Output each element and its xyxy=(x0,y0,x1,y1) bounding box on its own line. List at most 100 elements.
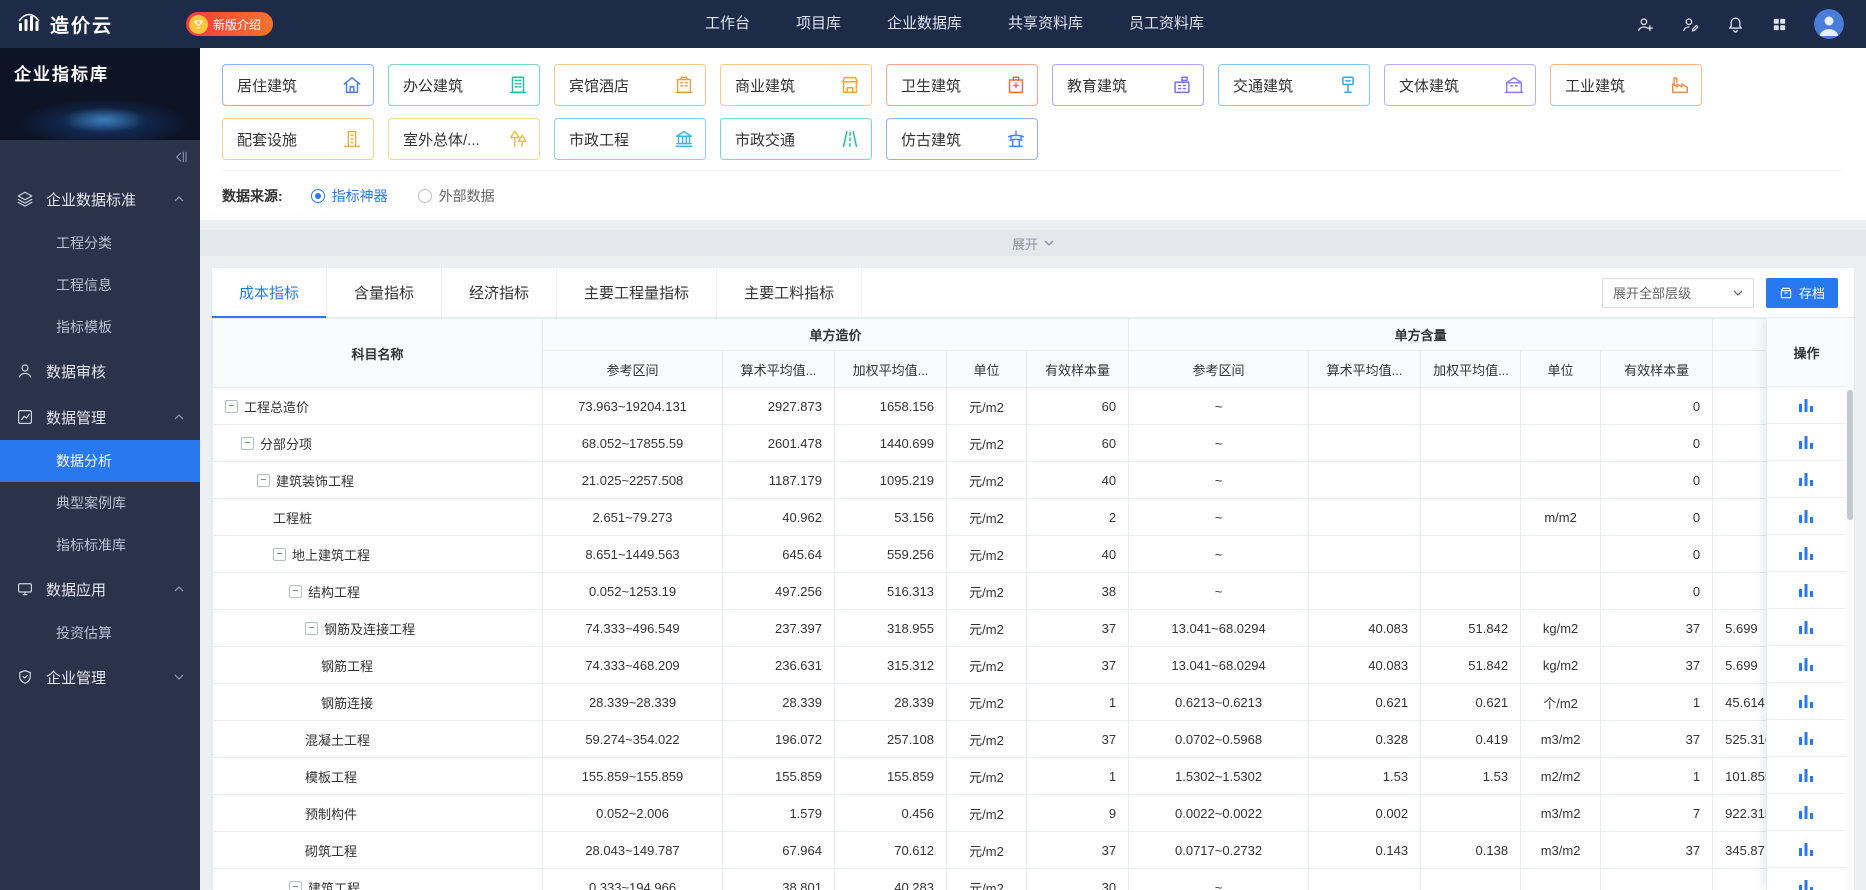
data-cell: 0.143 xyxy=(1308,831,1422,869)
data-cell: 30 xyxy=(1025,868,1130,890)
user-avatar[interactable] xyxy=(1814,9,1844,39)
nav-item-2[interactable]: 项目库 xyxy=(796,0,841,48)
table-row: 砌筑工程 28.043~149.787 67.964 70.612 元/m2 37 0.07… xyxy=(212,831,1814,869)
data-cell: 0.621 xyxy=(1420,683,1522,721)
category-transport-button[interactable]: 交通建筑 xyxy=(1218,64,1370,106)
radio-label: 指标神器 xyxy=(331,187,388,204)
column-header: 加权平均值... xyxy=(1420,350,1522,388)
subject-name-cell: 工程桩 xyxy=(212,498,543,536)
apps-grid-icon[interactable] xyxy=(1771,16,1788,33)
data-cell: 0.0702~0.5968 xyxy=(1128,720,1310,758)
collapse-node-icon[interactable]: − xyxy=(273,547,286,561)
nav-item-5[interactable]: 员工资料库 xyxy=(1129,0,1204,48)
data-source-row: 数据来源: 指标神器 外部数据 xyxy=(222,170,1844,220)
category-hotel-button[interactable]: 宾馆酒店 xyxy=(554,64,706,106)
tab-4[interactable]: 主要工程量指标 xyxy=(557,268,718,317)
sidebar-group-3[interactable]: 数据管理 xyxy=(0,394,200,440)
tab-2[interactable]: 含量指标 xyxy=(327,268,443,317)
row-chart-button[interactable] xyxy=(1767,387,1846,424)
data-cell: 1.579 xyxy=(722,794,835,832)
data-cell: 0.328 xyxy=(1308,720,1422,758)
data-source-option-2[interactable]: 外部数据 xyxy=(417,186,495,206)
row-chart-button[interactable] xyxy=(1767,461,1846,498)
row-chart-button[interactable] xyxy=(1767,757,1846,794)
data-cell: 0.0022~0.0022 xyxy=(1128,794,1310,832)
category-road-button[interactable]: 市政交通 xyxy=(720,118,872,160)
collapse-node-icon[interactable]: − xyxy=(257,473,270,487)
data-cell: 155.859~155.859 xyxy=(542,757,723,795)
sidebar-collapse[interactable] xyxy=(0,140,200,174)
category-factory-button[interactable]: 工业建筑 xyxy=(1550,64,1702,106)
level-select-value: 展开全部层级 xyxy=(1612,286,1691,301)
tab-3[interactable]: 经济指标 xyxy=(442,268,558,317)
sidebar-item-3-3[interactable]: 指标标准库 xyxy=(0,524,200,566)
data-cell: 60 xyxy=(1025,387,1130,425)
row-chart-button[interactable] xyxy=(1767,831,1846,868)
row-chart-button[interactable] xyxy=(1767,498,1846,535)
sidebar-item-3-2[interactable]: 典型案例库 xyxy=(0,482,200,524)
tabs-row: 成本指标 含量指标 经济指标 主要工程量指标 主要工料指标 展开全部层级 存档 xyxy=(212,268,1854,318)
sidebar-group-5[interactable]: 企业管理 xyxy=(0,654,200,700)
table-row: − 结构工程 0.052~1253.19 497.256 516.313 元/m2 38 ~0 xyxy=(212,572,1814,610)
tab-5[interactable]: 主要工料指标 xyxy=(717,268,863,317)
collapse-node-icon[interactable]: − xyxy=(305,621,318,635)
sidebar-group-1[interactable]: 企业数据标准 xyxy=(0,176,200,222)
archive-button[interactable]: 存档 xyxy=(1765,277,1838,308)
data-cell xyxy=(1420,498,1522,536)
new-version-badge[interactable]: 新版介绍 xyxy=(186,12,274,36)
collapse-node-icon[interactable]: − xyxy=(225,399,238,413)
logo[interactable]: 造价云 xyxy=(0,11,186,38)
category-office-button[interactable]: 办公建筑 xyxy=(388,64,540,106)
data-cell: 40.283 xyxy=(834,868,947,890)
row-chart-button[interactable] xyxy=(1767,424,1846,461)
row-chart-button[interactable] xyxy=(1767,683,1846,720)
category-house-button[interactable]: 居住建筑 xyxy=(222,64,374,106)
data-cell: 155.859 xyxy=(722,757,835,795)
subject-name-cell: 钢筋连接 xyxy=(212,683,543,721)
nav-item-4[interactable]: 共享资料库 xyxy=(1008,0,1083,48)
expand-bar[interactable]: 展开 xyxy=(200,230,1866,256)
user-add-icon[interactable] xyxy=(1636,15,1655,34)
row-chart-button[interactable] xyxy=(1767,720,1846,757)
sidebar-group-2[interactable]: 数据审核 xyxy=(0,348,200,394)
sidebar-group-label: 数据审核 xyxy=(46,363,107,381)
row-chart-button[interactable] xyxy=(1767,535,1846,572)
subject-name: 工程桩 xyxy=(273,510,313,526)
data-source-label: 数据来源: xyxy=(222,187,283,204)
nav-item-3[interactable]: 企业数据库 xyxy=(887,0,962,48)
table-scrollbar[interactable] xyxy=(1846,318,1854,890)
row-chart-button[interactable] xyxy=(1767,609,1846,646)
data-source-option-1[interactable]: 指标神器 xyxy=(310,186,388,206)
data-cell xyxy=(1308,424,1422,462)
category-shop-button[interactable]: 商业建筑 xyxy=(720,64,872,106)
sidebar-item-3-1[interactable]: 数据分析 xyxy=(0,440,200,482)
category-outdoor-button[interactable]: 室外总体/... xyxy=(388,118,540,160)
nav-item-1[interactable]: 工作台 xyxy=(705,0,750,48)
category-facility-button[interactable]: 配套设施 xyxy=(222,118,374,160)
sidebar-item-1-2[interactable]: 工程信息 xyxy=(0,264,200,306)
row-chart-button[interactable] xyxy=(1767,794,1846,831)
facility-icon xyxy=(341,128,363,150)
row-chart-button[interactable] xyxy=(1767,868,1846,890)
category-culture-button[interactable]: 文体建筑 xyxy=(1384,64,1536,106)
category-hospital-button[interactable]: 卫生建筑 xyxy=(886,64,1038,106)
level-select[interactable]: 展开全部层级 xyxy=(1601,277,1754,308)
collapse-node-icon[interactable]: − xyxy=(289,584,302,598)
category-school-button[interactable]: 教育建筑 xyxy=(1052,64,1204,106)
row-chart-button[interactable] xyxy=(1767,572,1846,609)
collapse-node-icon[interactable]: − xyxy=(289,880,302,890)
row-chart-button[interactable] xyxy=(1767,646,1846,683)
sidebar-item-4-1[interactable]: 投资估算 xyxy=(0,612,200,654)
sidebar-item-1-3[interactable]: 指标模板 xyxy=(0,306,200,348)
category-pagoda-button[interactable]: 仿古建筑 xyxy=(886,118,1038,160)
user-edit-icon[interactable] xyxy=(1681,15,1700,34)
collapse-node-icon[interactable]: − xyxy=(241,436,254,450)
category-municipal-button[interactable]: 市政工程 xyxy=(554,118,706,160)
bell-icon[interactable] xyxy=(1726,15,1745,34)
scrollbar-thumb[interactable] xyxy=(1847,390,1853,520)
sidebar-group-4[interactable]: 数据应用 xyxy=(0,566,200,612)
layout: 企业指标库 企业数据标准 工程分类 工程信息 指标模板 数据审核 数据管理 数据分析 典型案例… xyxy=(0,48,1866,890)
tab-1[interactable]: 成本指标 xyxy=(212,268,328,318)
data-cell: 0.6213~0.6213 xyxy=(1128,683,1310,721)
sidebar-item-1-1[interactable]: 工程分类 xyxy=(0,222,200,264)
